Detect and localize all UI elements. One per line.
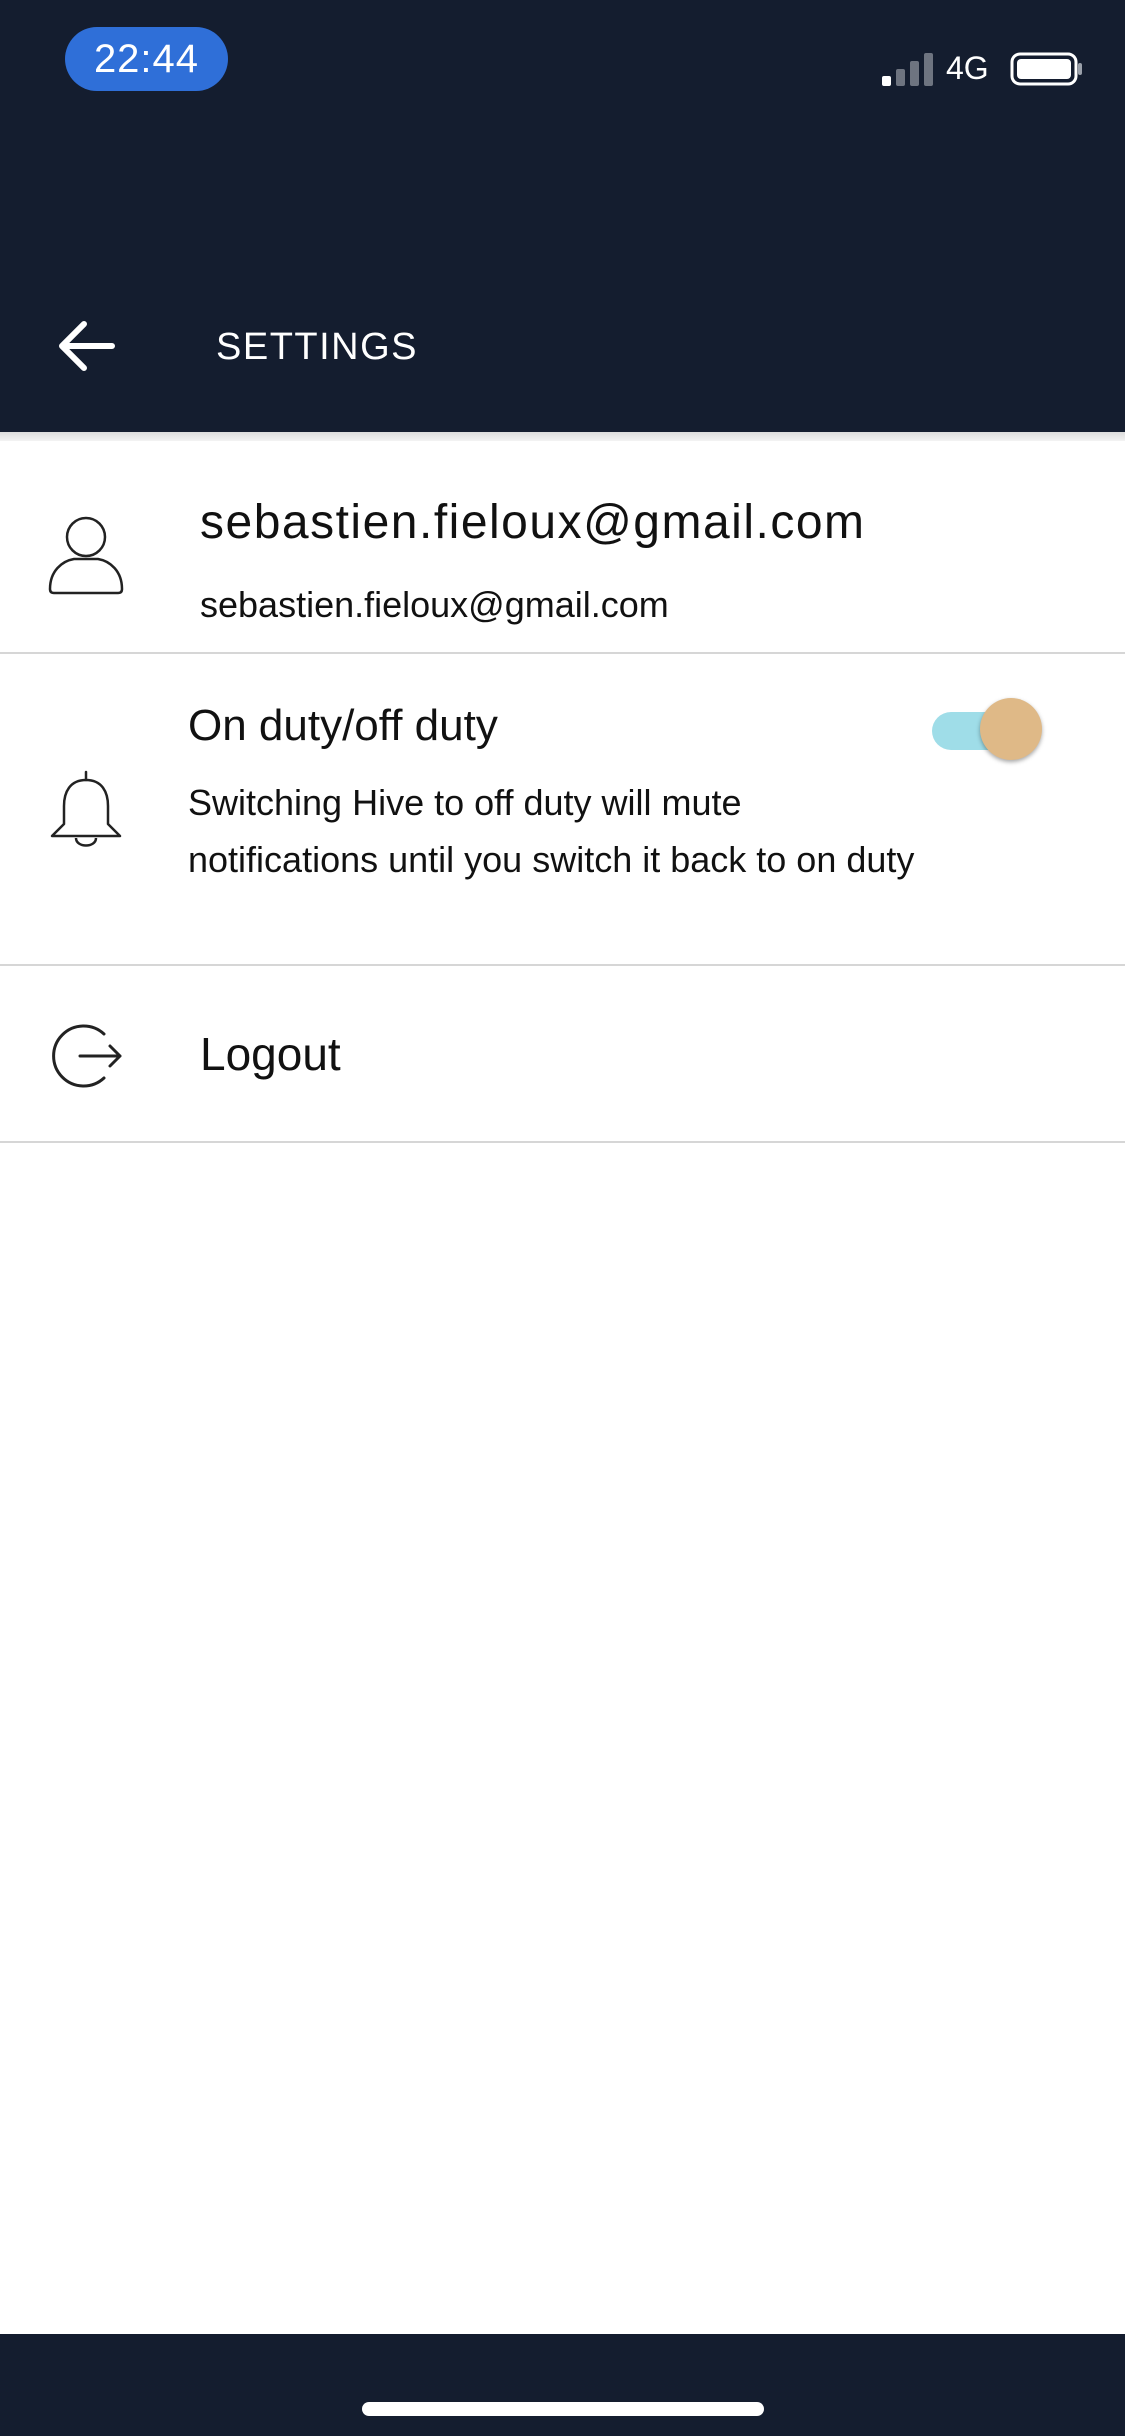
battery-icon [1010,52,1082,86]
header-divider [0,432,1125,441]
account-email-title: sebastien.fieloux@gmail.com [200,496,866,549]
app-header: 22:44 4G SETTINGS [0,0,1125,432]
page-title: SETTINGS [216,326,419,368]
bell-icon [50,770,122,847]
logout-icon [52,1024,122,1088]
toggle-thumb [980,698,1042,760]
bottom-bar [0,2334,1125,2436]
account-email-subtitle: sebastien.fieloux@gmail.com [200,584,669,625]
back-button[interactable] [50,315,120,377]
logout-label: Logout [200,1028,341,1080]
account-row[interactable]: sebastien.fieloux@gmail.com sebastien.fi… [0,441,1125,654]
duty-title: On duty/off duty [188,701,498,750]
user-icon [48,516,124,595]
settings-screen: 22:44 4G SETTINGS sebastien.fieloux@gmai… [0,0,1125,2436]
duty-row: On duty/off duty Switching Hive to off d… [0,654,1125,966]
home-indicator[interactable] [362,2402,764,2416]
arrow-left-icon [59,321,115,371]
cellular-signal-icon [882,53,933,86]
status-bar-time: 22:44 [65,27,228,91]
duty-toggle-switch[interactable] [930,694,1046,766]
network-type: 4G [946,50,989,86]
logout-row[interactable]: Logout [0,966,1125,1143]
duty-description: Switching Hive to off duty will mute not… [188,782,915,880]
